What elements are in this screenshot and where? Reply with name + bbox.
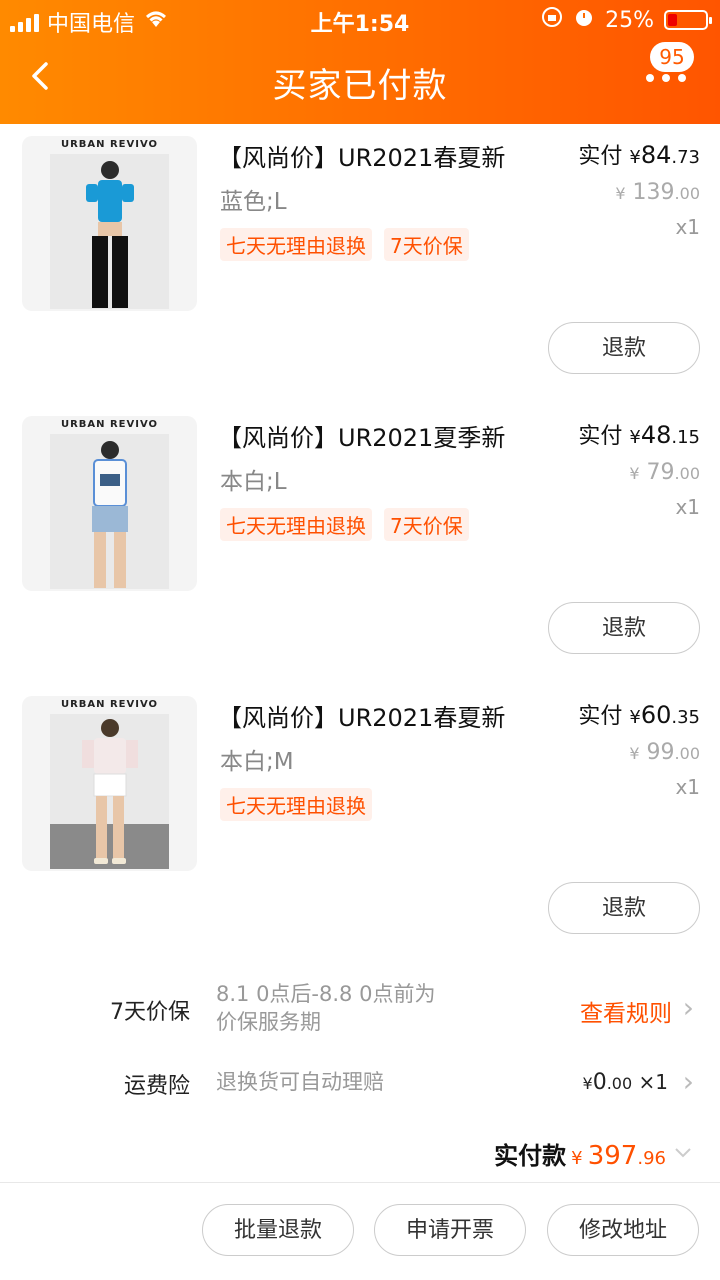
edit-address-button[interactable]: 修改地址 bbox=[547, 1204, 699, 1256]
shipping-insurance-row[interactable]: 运费险 退换货可自动理赔 ¥0.00 ×1 › bbox=[0, 1066, 720, 1102]
total-amount[interactable]: 实付款 ¥ 397.96 bbox=[494, 1136, 691, 1171]
product-item[interactable]: URBAN REVIVO 【风尚价】UR2021春夏新 本白;M 七天无理由退换… bbox=[0, 684, 720, 964]
battery-percent: 25% bbox=[605, 7, 654, 33]
product-spec: 本白;L bbox=[220, 469, 287, 495]
product-item[interactable]: URBAN REVIVO 【风尚价】UR2021春夏新 蓝色;L 七天无理由退换… bbox=[0, 124, 720, 404]
refund-button[interactable]: 退款 bbox=[548, 602, 700, 654]
divider bbox=[0, 1182, 720, 1183]
header: 中国电信 上午1:54 25% 买家已付款 95 bbox=[0, 0, 720, 124]
battery-icon bbox=[664, 10, 712, 30]
quantity: x1 bbox=[675, 495, 700, 519]
refund-button[interactable]: 退款 bbox=[548, 322, 700, 374]
chevron-down-icon bbox=[674, 1140, 692, 1165]
more-button[interactable]: 95 bbox=[644, 42, 700, 98]
tag-price-protection: 7天价保 bbox=[384, 228, 469, 261]
paid-price: 实付 ¥60.35 bbox=[578, 701, 700, 729]
price-protection-label: 7天价保 bbox=[110, 1000, 190, 1025]
view-rules-link[interactable]: 查看规则 bbox=[580, 994, 672, 1028]
product-photo bbox=[50, 154, 169, 309]
product-title[interactable]: 【风尚价】UR2021春夏新 bbox=[218, 698, 505, 733]
product-spec: 蓝色;L bbox=[220, 189, 287, 215]
product-photo bbox=[50, 434, 169, 589]
tag-seven-day-return: 七天无理由退换 bbox=[220, 508, 372, 541]
status-bar: 中国电信 上午1:54 25% bbox=[0, 6, 720, 37]
shipping-insurance-desc: 退换货可自动理赔 bbox=[216, 1070, 384, 1094]
original-price: ¥ 139.00 bbox=[615, 180, 700, 205]
total-label: 实付款 bbox=[494, 1142, 567, 1170]
more-dots-icon bbox=[646, 74, 686, 82]
product-title[interactable]: 【风尚价】UR2021春夏新 bbox=[218, 138, 505, 173]
batch-refund-button[interactable]: 批量退款 bbox=[202, 1204, 354, 1256]
shipping-insurance-fee: ¥0.00 ×1 bbox=[582, 1070, 668, 1095]
product-image[interactable]: URBAN REVIVO bbox=[22, 136, 197, 311]
chevron-right-icon: › bbox=[682, 1065, 694, 1098]
product-image[interactable]: URBAN REVIVO bbox=[22, 696, 197, 871]
price-protection-row[interactable]: 7天价保 8.1 0点后-8.8 0点前为 价保服务期 查看规则 › bbox=[0, 980, 720, 1040]
rotation-lock-icon bbox=[541, 6, 563, 34]
request-invoice-button[interactable]: 申请开票 bbox=[374, 1204, 526, 1256]
product-spec: 本白;M bbox=[220, 749, 294, 775]
tag-seven-day-return: 七天无理由退换 bbox=[220, 228, 372, 261]
shipping-insurance-label: 运费险 bbox=[123, 1074, 190, 1099]
bottom-action-bar: 批量退款 申请开票 修改地址 bbox=[0, 1182, 720, 1280]
paid-price: 实付 ¥84.73 bbox=[578, 141, 700, 169]
product-photo bbox=[50, 714, 169, 869]
product-brand: URBAN REVIVO bbox=[60, 699, 159, 710]
product-image[interactable]: URBAN REVIVO bbox=[22, 416, 197, 591]
tag-price-protection: 7天价保 bbox=[384, 508, 469, 541]
message-badge: 95 bbox=[650, 42, 694, 72]
product-title[interactable]: 【风尚价】UR2021夏季新 bbox=[218, 418, 505, 453]
product-brand: URBAN REVIVO bbox=[60, 139, 159, 150]
page-title: 买家已付款 bbox=[272, 66, 448, 106]
product-item[interactable]: URBAN REVIVO 【风尚价】UR2021夏季新 本白;L 七天无理由退换… bbox=[0, 404, 720, 684]
product-brand: URBAN REVIVO bbox=[60, 419, 159, 430]
price-protection-desc: 8.1 0点后-8.8 0点前为 价保服务期 bbox=[216, 982, 436, 1034]
alarm-icon bbox=[573, 6, 595, 34]
tag-seven-day-return: 七天无理由退换 bbox=[220, 788, 372, 821]
quantity: x1 bbox=[675, 215, 700, 239]
original-price: ¥ 99.00 bbox=[629, 740, 700, 765]
chevron-right-icon: › bbox=[682, 991, 694, 1024]
original-price: ¥ 79.00 bbox=[629, 460, 700, 485]
paid-price: 实付 ¥48.15 bbox=[578, 421, 700, 449]
refund-button[interactable]: 退款 bbox=[548, 882, 700, 934]
quantity: x1 bbox=[675, 775, 700, 799]
